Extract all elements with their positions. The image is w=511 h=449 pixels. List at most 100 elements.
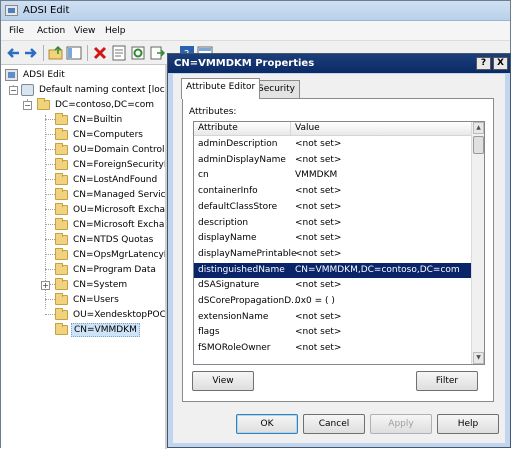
folder-icon xyxy=(55,203,68,215)
menu-file[interactable]: File xyxy=(9,26,24,36)
attribute-name: displayNamePrintable xyxy=(198,248,297,259)
list-header: Attribute Value xyxy=(194,122,472,136)
help-question-button[interactable]: ? xyxy=(476,57,491,70)
attribute-name: description xyxy=(198,217,249,228)
attribute-name: fSMORoleOwner xyxy=(198,343,271,354)
attribute-row[interactable]: containerInfo <not set> xyxy=(194,184,472,200)
attribute-editor-panel: Attributes: Attribute Value adminDescrip… xyxy=(182,98,494,402)
toolbar-divider xyxy=(43,45,44,61)
expand-system-icon[interactable]: + xyxy=(41,281,50,290)
naming-context-icon xyxy=(21,84,34,96)
menu-help[interactable]: Help xyxy=(105,26,126,36)
attribute-name: distinguishedName xyxy=(198,264,285,275)
close-button[interactable]: X xyxy=(493,57,508,70)
attribute-value: <not set> xyxy=(295,233,342,244)
column-value[interactable]: Value xyxy=(295,123,320,133)
attribute-name: defaultClassStore xyxy=(198,201,278,212)
attribute-value: <not set> xyxy=(295,280,342,291)
attribute-row[interactable]: flags <not set> xyxy=(194,325,472,341)
attribute-row[interactable]: displayName <not set> xyxy=(194,231,472,247)
collapse-context-icon[interactable]: − xyxy=(9,86,18,95)
menu-action[interactable]: Action xyxy=(37,26,65,36)
console-tree: ADSI Edit − Default naming context [loca… xyxy=(1,65,167,449)
attribute-row[interactable]: description <not set> xyxy=(194,216,472,232)
scroll-thumb[interactable] xyxy=(473,136,484,154)
folder-icon xyxy=(55,188,68,200)
scroll-up-icon[interactable]: ▲ xyxy=(473,122,484,134)
properties-icon[interactable] xyxy=(111,45,127,61)
cancel-button[interactable]: Cancel xyxy=(303,414,365,434)
attribute-value: <not set> xyxy=(295,343,342,354)
attribute-value: VMMDKM xyxy=(295,170,338,181)
attributes-label: Attributes: xyxy=(189,107,237,117)
adsi-app-icon xyxy=(5,5,18,16)
attribute-name: cn xyxy=(198,170,209,181)
window-title: ADSI Edit xyxy=(23,5,70,16)
apply-button[interactable]: Apply xyxy=(370,414,432,434)
attribute-name: dSCorePropagationD... xyxy=(198,296,300,306)
folder-icon xyxy=(55,278,68,290)
folder-icon xyxy=(55,173,68,185)
attribute-row[interactable]: cn VMMDKM xyxy=(194,168,472,184)
folder-icon xyxy=(55,248,68,260)
dialog-body: Attribute Editor Security Attributes: At… xyxy=(173,74,505,443)
folder-icon xyxy=(55,263,68,275)
attribute-row[interactable]: extensionName <not set> xyxy=(194,310,472,326)
dialog-title: CN=VMMDKM Properties xyxy=(174,58,315,69)
folder-icon xyxy=(55,158,68,170)
attribute-row[interactable]: defaultClassStore <not set> xyxy=(194,200,472,216)
up-folder-icon[interactable] xyxy=(48,45,64,61)
collapse-domain-icon[interactable]: − xyxy=(23,101,32,110)
attribute-name: containerInfo xyxy=(198,186,258,197)
folder-icon xyxy=(55,113,68,125)
attribute-value: <not set> xyxy=(295,327,342,338)
forward-arrow-icon[interactable] xyxy=(23,45,39,61)
attribute-row[interactable]: distinguishedName CN=VMMDKM,DC=contoso,DC… xyxy=(194,262,472,279)
attribute-row[interactable]: adminDescription <not set> xyxy=(194,137,472,153)
attribute-name: displayName xyxy=(198,233,257,244)
back-arrow-icon[interactable] xyxy=(5,45,21,61)
adsi-edit-icon xyxy=(5,69,18,81)
attribute-value: <not set> xyxy=(295,311,342,322)
tab-attribute-editor[interactable]: Attribute Editor xyxy=(181,78,261,99)
attribute-name: adminDisplayName xyxy=(198,154,286,165)
attribute-name: flags xyxy=(198,327,220,338)
attribute-value: <not set> xyxy=(295,139,342,149)
folder-icon xyxy=(55,323,68,335)
scroll-down-icon[interactable]: ▼ xyxy=(473,352,484,364)
attribute-row[interactable]: fSMORoleOwner <not set> xyxy=(194,341,472,357)
ok-button[interactable]: OK xyxy=(236,414,298,434)
attribute-row[interactable]: dSASignature <not set> xyxy=(194,278,472,294)
attribute-name: adminDescription xyxy=(198,139,278,149)
console-tree-icon[interactable] xyxy=(66,45,82,61)
toolbar-divider xyxy=(87,45,88,61)
menu-view[interactable]: View xyxy=(74,26,95,36)
filter-button[interactable]: Filter xyxy=(416,371,478,391)
properties-dialog: CN=VMMDKM Properties ? X Attribute Edito… xyxy=(167,53,511,448)
delete-icon[interactable] xyxy=(92,45,108,61)
help-button[interactable]: Help xyxy=(437,414,499,434)
folder-icon xyxy=(37,98,50,110)
folder-icon xyxy=(55,218,68,230)
attribute-value: <not set> xyxy=(295,154,342,165)
dialog-title-bar[interactable]: CN=VMMDKM Properties ? X xyxy=(168,54,510,73)
attribute-value: CN=VMMDKM,DC=contoso,DC=com xyxy=(295,264,460,275)
attribute-value: <not set> xyxy=(295,248,342,259)
export-list-icon[interactable] xyxy=(149,45,166,61)
column-attribute[interactable]: Attribute xyxy=(198,123,238,133)
refresh-icon[interactable] xyxy=(130,45,146,61)
menu-bar: File Action View Help xyxy=(1,21,510,41)
folder-icon xyxy=(55,143,68,155)
vertical-scrollbar[interactable]: ▲ ▼ xyxy=(471,122,484,364)
attribute-name: dSASignature xyxy=(198,280,260,291)
attribute-name: extensionName xyxy=(198,311,269,322)
folder-icon xyxy=(55,293,68,305)
title-bar[interactable]: ADSI Edit xyxy=(1,1,510,21)
attribute-row[interactable]: adminDisplayName <not set> xyxy=(194,153,472,169)
attributes-list[interactable]: Attribute Value adminDescription <not set… xyxy=(193,121,485,365)
attribute-row[interactable]: dSCorePropagationD... 0x0 = ( ) xyxy=(194,294,472,310)
folder-icon xyxy=(55,128,68,140)
folder-icon xyxy=(55,233,68,245)
view-button[interactable]: View xyxy=(192,371,254,391)
attribute-row[interactable]: displayNamePrintable <not set> xyxy=(194,247,472,263)
